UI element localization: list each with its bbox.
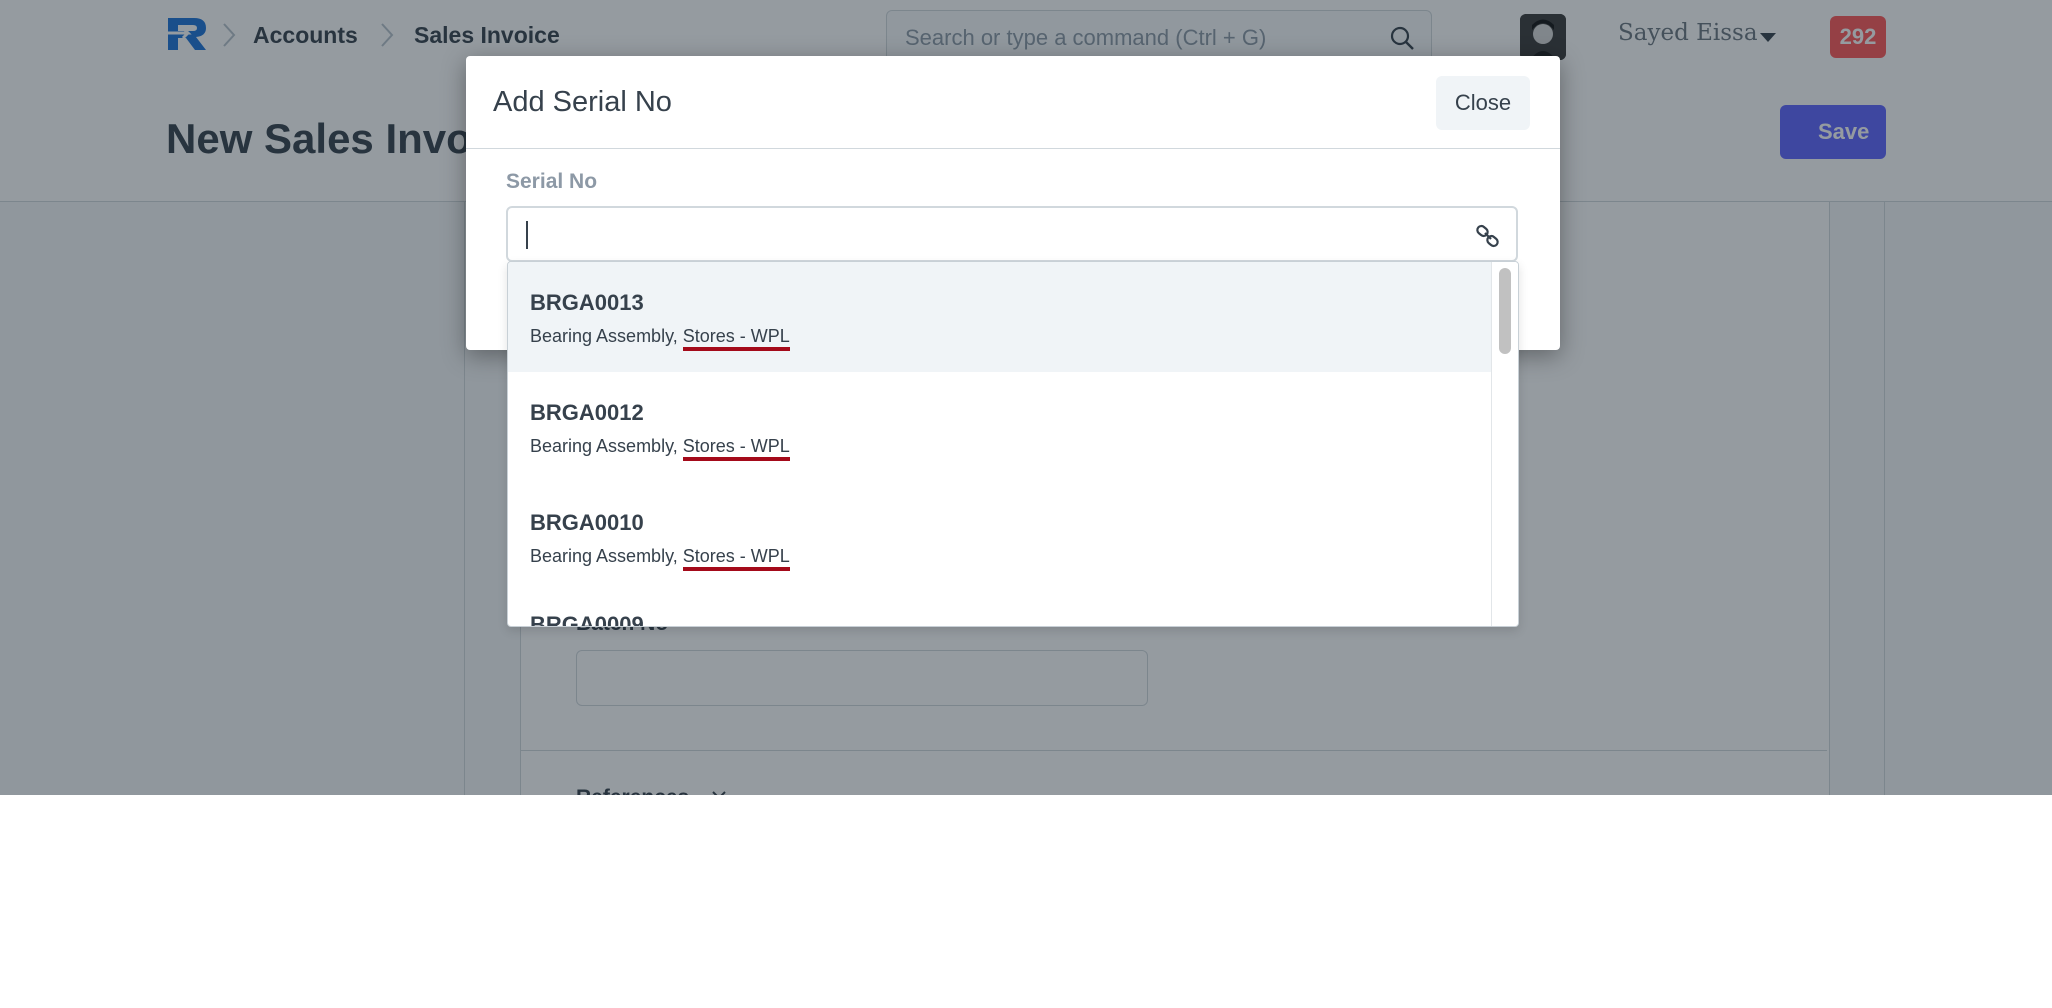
serial-no-value: BRGA0013 (530, 290, 644, 315)
item-name: Bearing Assembly, (530, 546, 678, 566)
dropdown-list: BRGA0013 Bearing Assembly, Stores - WPL … (508, 262, 1491, 626)
serial-no-dropdown: BRGA0013 Bearing Assembly, Stores - WPL … (507, 261, 1519, 627)
dropdown-item[interactable]: BRGA0013 Bearing Assembly, Stores - WPL (508, 262, 1491, 372)
serial-no-value: BRGA0012 (530, 400, 644, 425)
dropdown-scrollbar[interactable] (1491, 262, 1518, 626)
item-name: Bearing Assembly, (530, 326, 678, 346)
app-window: Accounts Sales Invoice Search or type a … (0, 0, 2052, 795)
modal-header: Add Serial No Close (466, 56, 1560, 149)
dropdown-item[interactable]: BRGA0012 Bearing Assembly, Stores - WPL (508, 372, 1491, 482)
scrollbar-thumb[interactable] (1499, 268, 1511, 354)
close-button[interactable]: Close (1436, 76, 1530, 130)
warehouse-name: Stores - WPL (682, 436, 790, 461)
item-name: Bearing Assembly, (530, 436, 678, 456)
serial-no-input[interactable] (506, 206, 1518, 262)
serial-no-value: BRGA0010 (530, 510, 644, 535)
serial-no-description: Bearing Assembly, Stores - WPL (530, 546, 790, 571)
dropdown-item[interactable]: BRGA0010 Bearing Assembly, Stores - WPL (508, 482, 1491, 592)
modal-title: Add Serial No (493, 86, 672, 118)
warehouse-name: Stores - WPL (682, 546, 790, 571)
serial-no-description: Bearing Assembly, Stores - WPL (530, 326, 790, 351)
warehouse-name: Stores - WPL (682, 326, 790, 351)
link-icon[interactable] (1474, 222, 1502, 250)
serial-no-value: BRGA0009 (530, 612, 644, 626)
dropdown-item[interactable]: BRGA0009 (508, 592, 1491, 626)
text-cursor (526, 221, 528, 249)
serial-no-description: Bearing Assembly, Stores - WPL (530, 436, 790, 461)
serial-no-label: Serial No (506, 170, 598, 193)
